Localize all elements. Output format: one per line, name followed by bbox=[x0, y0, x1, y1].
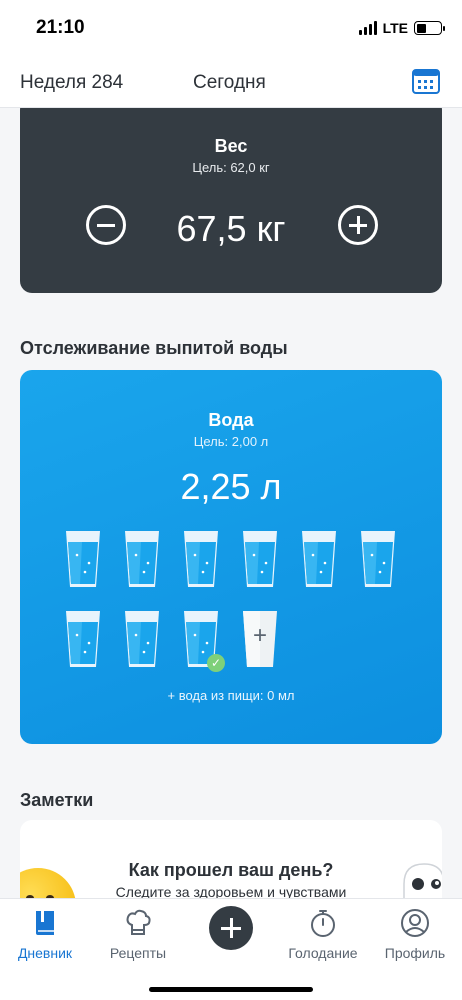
water-title: Вода bbox=[208, 410, 254, 430]
battery-icon bbox=[414, 21, 445, 35]
notes-subtitle: Следите за здоровьем и чувствами bbox=[115, 884, 347, 898]
add-glass-plus-label: + bbox=[252, 622, 267, 649]
battery-level bbox=[416, 23, 426, 33]
today-label[interactable]: Сегодня bbox=[193, 72, 266, 94]
water-glass-full[interactable] bbox=[65, 530, 101, 588]
increase-weight-button[interactable] bbox=[338, 205, 378, 245]
tab-diary-label: Дневник bbox=[17, 945, 73, 961]
add-entry-button[interactable] bbox=[209, 906, 253, 950]
notes-section-title: Заметки bbox=[20, 790, 94, 810]
notes-title: Как прошел ваш день? bbox=[128, 860, 334, 880]
status-indicators: LTE bbox=[358, 20, 445, 36]
status-bar: 21:10 LTE bbox=[0, 0, 462, 56]
home-indicator bbox=[149, 987, 313, 992]
water-glass-full[interactable]: ✓ bbox=[183, 610, 225, 672]
add-water-glass-button[interactable]: + bbox=[242, 610, 278, 668]
tab-profile[interactable]: Профиль bbox=[370, 907, 460, 961]
weight-value: 67,5 кг bbox=[176, 208, 286, 249]
weight-goal: Цель: 62,0 кг bbox=[192, 160, 270, 175]
chef-hat-icon bbox=[122, 907, 154, 939]
water-section-title: Отслеживание выпитой воды bbox=[20, 338, 288, 358]
weight-card: Вес Цель: 62,0 кг 67,5 кг bbox=[20, 108, 442, 293]
week-label[interactable]: Неделя 284 bbox=[20, 72, 123, 94]
water-glass-full[interactable] bbox=[65, 610, 101, 668]
tab-diary[interactable]: Дневник bbox=[0, 907, 90, 961]
status-time: 21:10 bbox=[36, 17, 85, 38]
signal-icon bbox=[358, 21, 377, 35]
water-glass-full[interactable] bbox=[183, 530, 219, 588]
book-icon bbox=[29, 907, 61, 939]
tab-bar: Дневник Рецепты Голодание Профиль bbox=[0, 898, 462, 1000]
top-nav: Неделя 284 Сегодня bbox=[0, 56, 462, 108]
diary-content[interactable]: Вес Цель: 62,0 кг 67,5 кг Отслеживание в… bbox=[0, 108, 462, 898]
check-badge-icon: ✓ bbox=[207, 654, 225, 672]
tab-fasting-label: Голодание bbox=[288, 945, 358, 961]
water-card: Вода Цель: 2,00 л 2,25 л + вода из пищи:… bbox=[20, 370, 442, 744]
weight-title: Вес bbox=[214, 136, 248, 156]
water-value: 2,25 л bbox=[180, 466, 282, 507]
water-glass-full[interactable] bbox=[301, 530, 337, 588]
water-goal: Цель: 2,00 л bbox=[193, 434, 269, 449]
tab-fasting[interactable]: Голодание bbox=[278, 907, 368, 961]
water-glass-full[interactable] bbox=[242, 530, 278, 588]
water-glass-full[interactable] bbox=[124, 530, 160, 588]
tab-recipes-label: Рецепты bbox=[109, 945, 167, 961]
tab-recipes[interactable]: Рецепты bbox=[93, 907, 183, 961]
water-glass-full[interactable] bbox=[124, 610, 160, 668]
network-label: LTE bbox=[382, 20, 408, 36]
water-glass-full[interactable] bbox=[360, 530, 396, 588]
calendar-icon[interactable] bbox=[412, 68, 440, 94]
notes-card[interactable]: Как прошел ваш день? Следите за здоровье… bbox=[20, 820, 442, 898]
food-water-label: + вода из пищи: 0 мл bbox=[167, 688, 295, 703]
tab-profile-label: Профиль bbox=[384, 945, 446, 961]
stopwatch-icon bbox=[307, 907, 339, 939]
ghost-icon bbox=[396, 860, 442, 898]
profile-icon bbox=[399, 907, 431, 939]
